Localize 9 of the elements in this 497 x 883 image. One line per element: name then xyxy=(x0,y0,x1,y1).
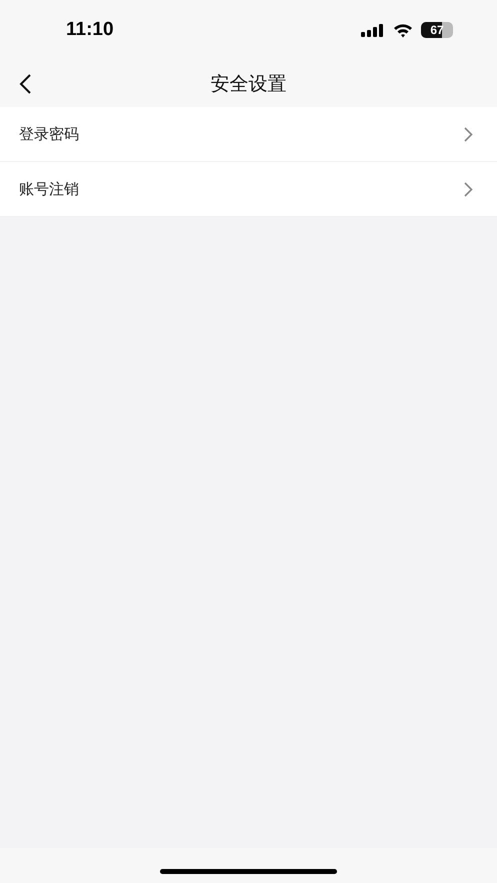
signal-icon xyxy=(361,24,385,36)
chevron-icon xyxy=(464,182,473,196)
status-time: 11:10 xyxy=(66,19,114,41)
back-icon[interactable] xyxy=(18,74,32,94)
chevron-icon xyxy=(464,126,473,142)
settings-row[interactable]: 登录密码 xyxy=(0,107,497,162)
settings-row[interactable]: 账号注销 xyxy=(0,162,497,217)
wifi-icon xyxy=(393,22,413,38)
page-title: 安全设置 xyxy=(210,72,286,96)
